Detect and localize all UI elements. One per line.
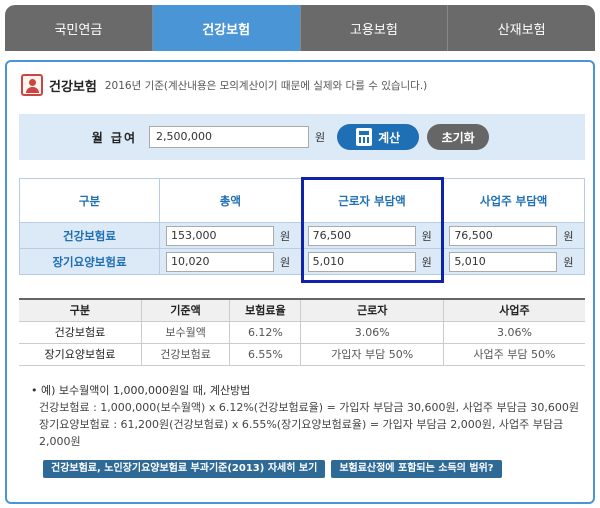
tab-employment-insurance[interactable]: 고용보험	[300, 5, 449, 51]
health-employer-field[interactable]: 76,500	[449, 225, 558, 246]
calculate-label: 계산	[378, 130, 401, 145]
section-title: 건강보험	[49, 79, 97, 95]
health-employee-field[interactable]: 76,500	[307, 225, 416, 246]
table-row: 장기요양보험료 건강보험료 6.55% 가입자 부담 50% 사업주 부담 50…	[19, 342, 585, 366]
calculator-icon	[356, 128, 373, 146]
health-total-field[interactable]: 153,000	[166, 225, 274, 246]
rate-header-row: 구분 기준액 보험료율 근로자 사업주	[19, 298, 585, 321]
salary-bar: 월 급여 2,500,000 원 계산 초기화	[19, 114, 585, 160]
result-row-health: 건강보험료 153,000 원 76,500 원 76,500 원	[19, 222, 585, 249]
rate-cell: 장기요양보험료	[19, 342, 142, 366]
result-header-row: 구분 총액 근로자 부담액 사업주 부담액	[19, 178, 585, 223]
result-table: 구분 총액 근로자 부담액 사업주 부담액 건강보험료 153,000 원 76,…	[19, 178, 585, 275]
result-header-total: 총액	[159, 178, 302, 223]
reset-button[interactable]: 초기화	[427, 124, 490, 150]
criteria-detail-link[interactable]: 건강보험료, 노인장기요양보험료 부과기준(2013) 자세히 보기	[43, 460, 326, 478]
result-row-longterm: 장기요양보험료 10,020 원 5,010 원 5,010 원	[19, 248, 585, 275]
calculation-example: • 예) 보수월액이 1,000,000원일 때, 계산방법 건강보험료 : 1…	[31, 382, 583, 450]
link-buttons: 건강보험료, 노인장기요양보험료 부과기준(2013) 자세히 보기 보험료산정…	[43, 460, 502, 478]
rate-header: 구분	[19, 298, 142, 321]
tab-national-pension[interactable]: 국민연금	[5, 5, 153, 51]
unit-label: 원	[421, 255, 432, 269]
tab-health-insurance[interactable]: 건강보험	[152, 5, 301, 51]
longterm-employee-field[interactable]: 5,010	[307, 251, 416, 272]
rate-cell: 3.06%	[442, 320, 585, 343]
unit-label: 원	[280, 255, 291, 269]
section-note: 2016년 기준(계산내용은 모의계산이기 때문에 실제와 다를 수 있습니다.…	[104, 79, 428, 92]
id-card-icon	[21, 74, 43, 96]
longterm-total-field[interactable]: 10,020	[166, 251, 274, 272]
rate-cell: 가입자 부담 50%	[300, 342, 444, 366]
result-row-label: 장기요양보험료	[19, 248, 160, 275]
rate-header: 사업주	[442, 298, 585, 321]
unit-label: 원	[421, 229, 432, 243]
rate-header: 보험료율	[229, 298, 301, 321]
rate-header: 기준액	[140, 298, 230, 321]
rate-cell: 건강보험료	[140, 342, 230, 366]
example-intro: • 예) 보수월액이 1,000,000원일 때, 계산방법	[31, 384, 251, 397]
table-row: 건강보험료 보수월액 6.12% 3.06% 3.06%	[19, 320, 585, 343]
unit-label: 원	[280, 229, 291, 243]
salary-unit: 원	[315, 131, 326, 144]
income-scope-link[interactable]: 보험료산정에 포함되는 소득의 범위?	[331, 460, 502, 478]
rate-cell: 건강보험료	[19, 320, 142, 343]
rate-cell: 6.12%	[229, 320, 301, 343]
calculate-button[interactable]: 계산	[337, 124, 420, 150]
rate-header: 근로자	[300, 298, 444, 321]
rate-cell: 보수월액	[140, 320, 230, 343]
salary-input[interactable]: 2,500,000	[149, 126, 309, 148]
example-longterm: 장기요양보험료 : 61,200원(건강보험료) x 6.55%(장기요양보험료…	[39, 418, 564, 448]
tab-industrial-accident-insurance[interactable]: 산재보험	[448, 5, 595, 51]
section-heading: 건강보험 2016년 기준(계산내용은 모의계산이기 때문에 실제와 다를 수 …	[21, 74, 427, 96]
result-header-category: 구분	[19, 178, 160, 223]
rate-table: 구분 기준액 보험료율 근로자 사업주 건강보험료 보수월액 6.12% 3.0…	[19, 298, 585, 366]
result-row-label: 건강보험료	[19, 222, 160, 249]
rate-cell: 사업주 부담 50%	[442, 342, 585, 366]
result-header-employee: 근로자 부담액	[300, 178, 444, 223]
unit-label: 원	[563, 255, 574, 269]
rate-cell: 3.06%	[300, 320, 444, 343]
example-health: 건강보험료 : 1,000,000(보수월액) x 6.12%(건강보험료율) …	[39, 401, 579, 414]
calculator-panel: 건강보험 2016년 기준(계산내용은 모의계산이기 때문에 실제와 다를 수 …	[5, 60, 595, 504]
unit-label: 원	[563, 229, 574, 243]
longterm-employer-field[interactable]: 5,010	[449, 251, 558, 272]
insurance-tabs: 국민연금 건강보험 고용보험 산재보험	[5, 5, 595, 51]
salary-label: 월 급여	[91, 130, 137, 145]
rate-cell: 6.55%	[229, 342, 301, 366]
result-header-employer: 사업주 부담액	[442, 178, 585, 223]
